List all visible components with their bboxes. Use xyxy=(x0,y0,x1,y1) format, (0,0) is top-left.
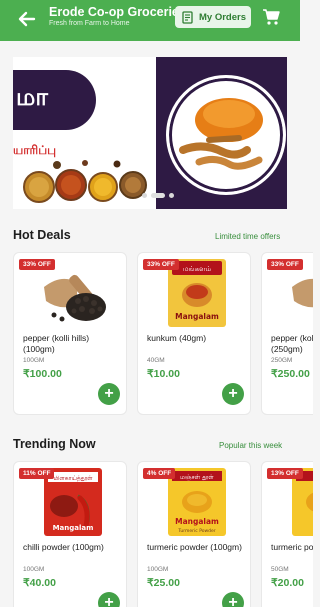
discount-badge: 33% OFF xyxy=(143,259,179,270)
add-to-cart-button[interactable]: + xyxy=(222,592,244,607)
trending-row: 11% OFF மிளகாய்த்தூள் Mangalam chilli po… xyxy=(13,461,313,607)
turmeric-image xyxy=(179,98,263,170)
discount-badge: 33% OFF xyxy=(19,259,55,270)
cart-icon xyxy=(263,9,280,25)
cart-button[interactable] xyxy=(262,8,280,26)
app-subtitle: Fresh from Farm to Home xyxy=(49,20,130,27)
plus-icon: + xyxy=(104,385,114,402)
product-unit: 100GM xyxy=(147,566,169,573)
banner-dot-active[interactable] xyxy=(151,193,165,198)
banner-turmeric-circle xyxy=(166,75,286,195)
hot-deals-row: 33% OFF pepper (kolli hills) (100gm) 100… xyxy=(13,252,313,417)
product-price: ₹10.00 xyxy=(147,368,180,380)
arrow-left-icon xyxy=(18,11,36,27)
receipt-icon xyxy=(182,10,193,24)
product-name: turmeric powder (50gm) xyxy=(271,542,313,552)
product-card[interactable]: 33% OFF pepper (kolli hills) (250gm) 250… xyxy=(261,252,313,415)
trending-title: Trending Now xyxy=(13,437,96,451)
product-name: turmeric powder (100gm) xyxy=(147,542,242,552)
my-orders-button[interactable]: My Orders xyxy=(175,6,251,28)
pack-tamil-text: மஞ்சள் தூள் xyxy=(180,474,214,481)
product-unit: 50GM xyxy=(271,566,289,573)
product-unit: 100GM xyxy=(23,566,45,573)
product-price: ₹25.00 xyxy=(147,577,180,589)
product-price: ₹100.00 xyxy=(23,368,62,380)
discount-badge: 33% OFF xyxy=(267,259,303,270)
product-card[interactable]: 33% OFF மங்களம் Mangalam kunkum (40gm) 4… xyxy=(137,252,251,415)
discount-badge: 11% OFF xyxy=(19,468,55,479)
plus-icon: + xyxy=(104,594,114,607)
product-card[interactable]: 4% OFF மஞ்சள் தூள் Mangalam Turmeric Pow… xyxy=(137,461,251,607)
product-name: pepper (kolli hills) (100gm) xyxy=(23,333,90,354)
hot-deals-link[interactable]: Limited time offers xyxy=(215,232,280,241)
product-name: kunkum (40gm) xyxy=(147,333,207,343)
add-to-cart-button[interactable]: + xyxy=(222,383,244,405)
pack-tamil-text: மங்களம் xyxy=(183,265,212,273)
plus-icon: + xyxy=(228,594,238,607)
trending-link[interactable]: Popular this week xyxy=(219,441,282,450)
product-unit: 100GM xyxy=(23,357,45,364)
app-title: Erode Co-op Groceries xyxy=(49,5,186,19)
my-orders-label: My Orders xyxy=(199,11,246,23)
plus-icon: + xyxy=(228,385,238,402)
back-button[interactable] xyxy=(14,6,40,32)
hot-deals-title: Hot Deals xyxy=(13,228,71,242)
pack-tamil-text: மிளகாய்த்தூள் xyxy=(53,475,93,482)
add-to-cart-button[interactable]: + xyxy=(98,383,120,405)
discount-badge: 4% OFF xyxy=(143,468,176,479)
pack-brand-text: Mangalam xyxy=(175,517,219,526)
product-unit: 40GM xyxy=(147,357,165,364)
banner-dot[interactable] xyxy=(142,193,147,198)
pack-sub-text: Turmeric Powder xyxy=(177,528,215,534)
product-price: ₹40.00 xyxy=(23,577,56,589)
discount-badge: 13% OFF xyxy=(267,468,303,479)
product-price: ₹250.00 xyxy=(271,368,310,380)
product-price: ₹20.00 xyxy=(271,577,304,589)
product-unit: 250GM xyxy=(271,357,293,364)
banner-dot[interactable] xyxy=(169,193,174,198)
product-card[interactable]: 11% OFF மிளகாய்த்தூள் Mangalam chilli po… xyxy=(13,461,127,607)
app-header: Erode Co-op Groceries Fresh from Farm to… xyxy=(0,0,300,41)
product-card[interactable]: 33% OFF pepper (kolli hills) (100gm) 100… xyxy=(13,252,127,415)
banner-left-panel: மா யாரிப்பு xyxy=(13,57,161,209)
add-to-cart-button[interactable]: + xyxy=(98,592,120,607)
pack-brand-text: Mangalam xyxy=(53,524,94,532)
spice-bowls-image xyxy=(23,160,147,203)
banner-tamil-top: மா xyxy=(16,84,48,111)
promo-banner[interactable]: மா யாரிப்பு xyxy=(13,57,287,209)
pack-brand-text: Mangalam xyxy=(175,312,219,321)
product-card[interactable]: 13% OFF turmeric powder (50gm) 50GM ₹20.… xyxy=(261,461,313,607)
banner-tamil-pill: மா xyxy=(13,70,96,130)
product-name: chilli powder (100gm) xyxy=(23,542,104,552)
product-name: pepper (kolli hills) (250gm) xyxy=(271,333,313,354)
banner-pagination xyxy=(142,193,174,198)
